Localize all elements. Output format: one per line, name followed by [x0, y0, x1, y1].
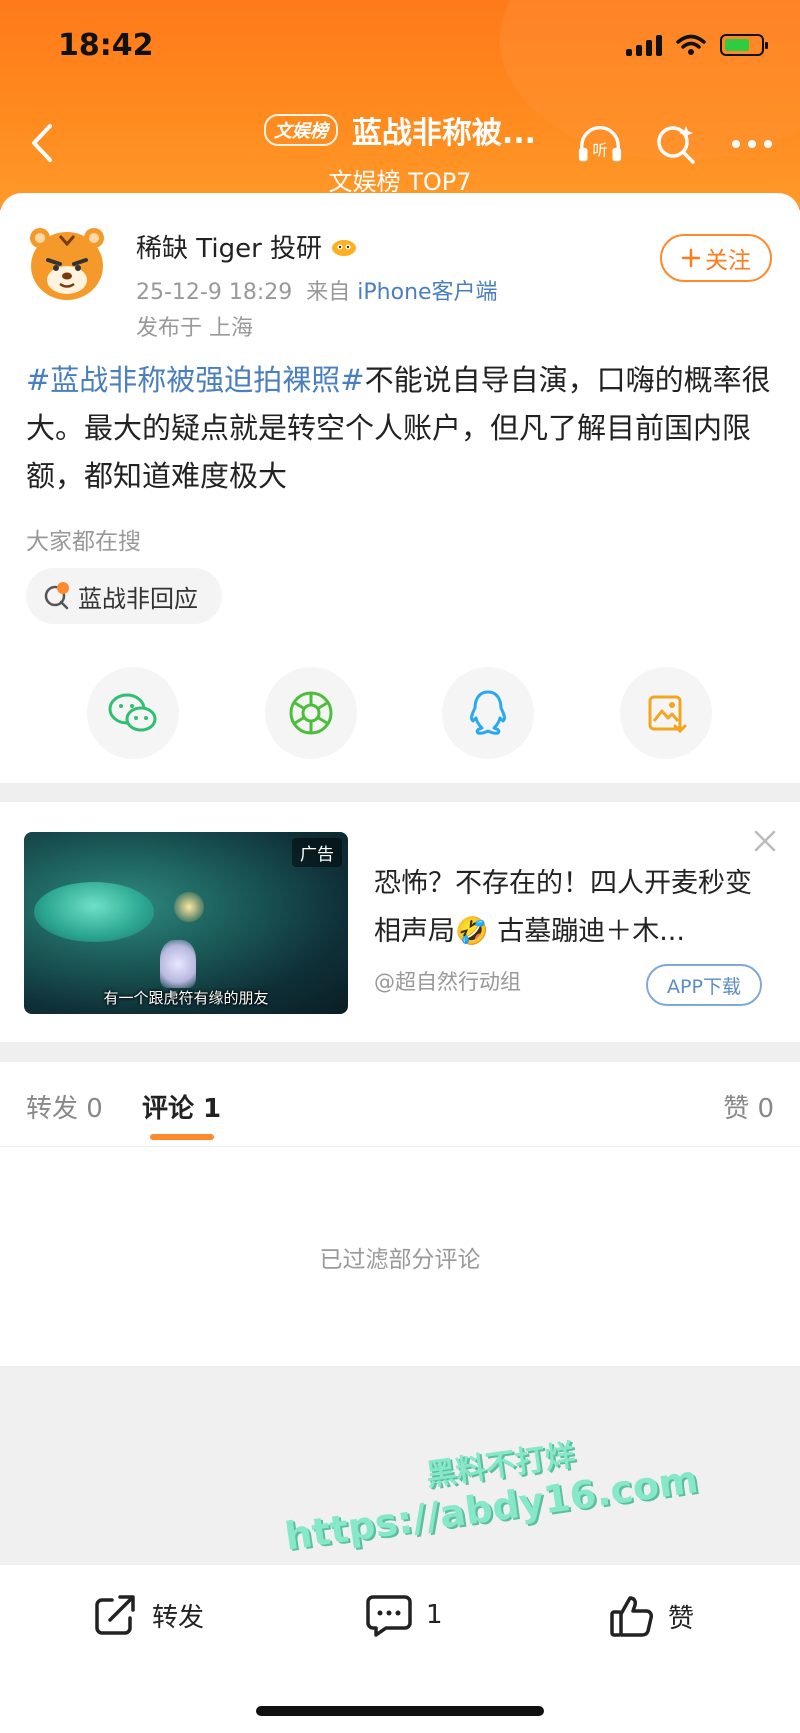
save-image-button[interactable] — [620, 667, 712, 759]
page-title[interactable]: 蓝战非称被... — [352, 108, 536, 152]
status-icons — [626, 34, 768, 56]
like-label: 赞 — [668, 1603, 695, 1634]
ad-close-icon[interactable] — [752, 828, 778, 854]
post-date: 25-12-9 18:29 — [136, 280, 293, 305]
svg-text:听: 听 — [592, 142, 607, 160]
share-qq-button[interactable] — [442, 667, 534, 759]
ad-title[interactable]: 恐怖？不存在的！四人开麦秒变相声局🤣 古墓蹦迪＋木... — [374, 860, 754, 956]
ad-video-thumbnail[interactable]: 广告 有一个跟虎符有缘的朋友 — [24, 832, 348, 1014]
moments-icon — [289, 691, 333, 735]
comment-count: 1 — [426, 1600, 443, 1630]
author-avatar[interactable] — [26, 222, 108, 304]
post-topic-link[interactable]: #蓝战非称被强迫拍裸照# — [26, 363, 365, 397]
qq-icon — [470, 690, 506, 735]
search-button[interactable] — [652, 120, 700, 168]
ad-thumb-jellyfish — [34, 882, 154, 942]
filtered-comments-notice: 已过滤部分评论 — [319, 1247, 481, 1273]
share-wechat-button[interactable] — [87, 667, 179, 759]
home-indicator — [256, 1706, 544, 1716]
repost-icon — [95, 1595, 135, 1635]
tab-comments[interactable]: 评论 1 — [142, 1088, 221, 1125]
hot-search-icon — [44, 582, 69, 610]
headphones-icon: 听 — [578, 126, 622, 162]
wechat-icon — [108, 693, 157, 732]
post-location: 发布于 上海 — [136, 316, 253, 341]
active-tab-indicator — [150, 1134, 214, 1140]
trending-search-text: 蓝战非回应 — [78, 584, 198, 613]
ranking-badge: 文娱榜 — [263, 114, 338, 146]
plus-icon — [681, 248, 701, 268]
vip-badge-icon — [332, 239, 357, 256]
battery-icon — [720, 34, 768, 56]
tab-likes[interactable]: 赞 0 — [723, 1088, 774, 1125]
ad-source[interactable]: @超自然行动组 — [374, 966, 521, 996]
section-divider — [0, 1042, 800, 1062]
ad-thumb-glow — [174, 892, 204, 922]
listen-button[interactable]: 听 — [576, 120, 624, 168]
comment-icon — [366, 1595, 412, 1637]
section-divider — [0, 783, 800, 802]
trending-search-label: 大家都在搜 — [26, 529, 141, 555]
ad-card[interactable]: 广告 有一个跟虎符有缘的朋友 恐怖？不存在的！四人开麦秒变相声局🤣 古墓蹦迪＋木… — [0, 802, 800, 1042]
header-actions: 听 — [576, 120, 776, 168]
wifi-icon — [676, 34, 706, 55]
ad-tag: 广告 — [292, 838, 342, 867]
thumbs-up-icon — [610, 1596, 653, 1637]
like-button[interactable]: 赞 — [608, 1592, 694, 1640]
trending-search-chip[interactable]: 蓝战非回应 — [26, 568, 222, 624]
post-body: #蓝战非称被强迫拍裸照#不能说自导自演，口嗨的概率很大。最大的疑点就是转空个人账… — [26, 356, 776, 500]
search-icon — [657, 126, 695, 164]
post-meta: 25-12-9 18:29 来自 iPhone客户端 — [136, 274, 498, 306]
author-name[interactable]: 稀缺 Tiger 投研 — [136, 228, 322, 265]
follow-label: 关注 — [705, 248, 751, 274]
save-image-icon — [648, 695, 687, 734]
post-source[interactable]: iPhone客户端 — [357, 280, 497, 305]
comment-button[interactable]: 1 — [364, 1592, 443, 1638]
more-icon — [732, 140, 772, 148]
interaction-tabs: 转发 0 评论 1 赞 0 — [0, 1062, 800, 1147]
author-name-row[interactable]: 稀缺 Tiger 投研 — [136, 228, 358, 265]
repost-button[interactable]: 转发 — [92, 1592, 204, 1638]
signal-icon — [626, 34, 662, 56]
ad-video-caption: 有一个跟虎符有缘的朋友 — [103, 989, 269, 1007]
share-moments-button[interactable] — [265, 667, 357, 759]
app-download-button[interactable]: APP下载 — [646, 964, 762, 1006]
repost-label: 转发 — [152, 1602, 205, 1633]
more-button[interactable] — [728, 120, 776, 168]
tab-reposts[interactable]: 转发 0 — [26, 1088, 103, 1125]
post-source-prefix: 来自 — [306, 280, 351, 305]
follow-button[interactable]: 关注 — [660, 234, 772, 282]
ad-thumb-figure — [160, 940, 196, 988]
status-time: 18:42 — [58, 28, 154, 63]
